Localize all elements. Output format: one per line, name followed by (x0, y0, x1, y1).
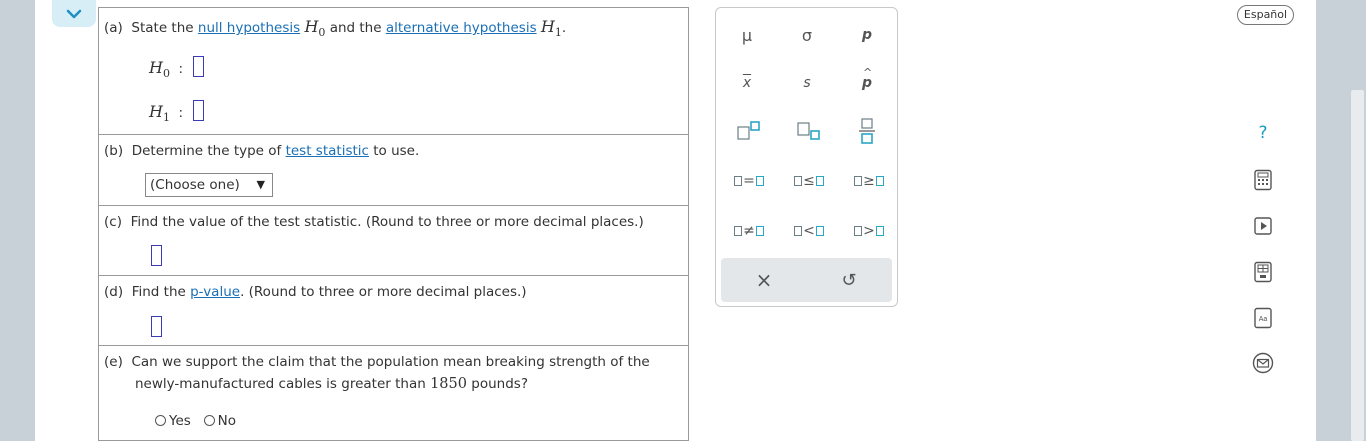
fraction-button[interactable] (852, 114, 882, 148)
scrollbar-thumb[interactable] (1351, 90, 1364, 441)
subscript-icon (797, 122, 820, 140)
xbar-button[interactable]: x (732, 68, 762, 98)
calculator-icon (1254, 169, 1272, 191)
dropdown-arrow-icon: ▼ (256, 178, 265, 191)
h0-row: H0 : (149, 58, 183, 80)
part-e-text1: Can we support the claim that the popula… (131, 354, 650, 370)
part-b-prefix: (b) (104, 143, 124, 159)
textbook-icon: Aa (1254, 307, 1272, 329)
close-icon: × (755, 268, 773, 292)
p-button[interactable]: p (852, 20, 882, 50)
help-icon: ? (1258, 123, 1268, 143)
part-b-text1: Determine the type of (131, 143, 282, 159)
select-value: (Choose one) (150, 177, 240, 193)
svg-text:Aa: Aa (1259, 316, 1268, 323)
message-button[interactable] (1248, 348, 1278, 378)
part-b-text2: to use. (373, 143, 420, 159)
fraction-icon (859, 118, 875, 144)
part-a-text1: State the (131, 20, 194, 36)
part-e-box: (e) Can we support the claim that the po… (98, 345, 689, 441)
play-video-icon (1254, 217, 1272, 235)
part-e-text2: newly-manufactured cables is greater tha… (135, 376, 426, 392)
h1-input[interactable] (193, 100, 204, 121)
yes-label: Yes (169, 413, 191, 429)
part-c-prefix: (c) (104, 214, 122, 230)
superscript-button[interactable] (732, 116, 766, 146)
undo-icon: ↺ (841, 269, 857, 291)
h1-row: H1 : (149, 102, 183, 124)
ebook-button[interactable]: Aa (1248, 303, 1278, 333)
palette-actions: × ↺ (721, 258, 892, 302)
part-e-line1: (e) Can we support the claim that the po… (104, 354, 650, 370)
part-d-text2: . (Round to three or more decimal places… (240, 284, 527, 300)
test-statistic-link[interactable]: test statistic (286, 143, 369, 159)
part-c-prompt: (c) Find the value of the test statistic… (104, 214, 644, 230)
yes-radio[interactable] (155, 415, 166, 426)
part-d-prompt: (d) Find the p-value. (Round to three or… (104, 284, 527, 300)
chevron-down-icon (66, 9, 82, 18)
h0-colon: : (178, 61, 184, 77)
greater-equal-button[interactable]: ≥ (848, 168, 890, 194)
h1-label: H1 (149, 102, 170, 125)
left-gutter (0, 0, 35, 441)
h1-colon: : (178, 105, 184, 121)
symbol-palette: μ σ p x s ^ p = ≤ ≥ ≠ < > × ↺ (715, 7, 898, 307)
phat-button[interactable]: ^ p (852, 66, 882, 98)
part-a-end: . (561, 20, 567, 36)
part-b-prompt: (b) Determine the type of test statistic… (104, 143, 419, 159)
part-e-prefix: (e) (104, 354, 123, 370)
data-table-icon (1254, 261, 1272, 283)
h0-label: H0 (149, 58, 170, 81)
not-equal-button[interactable]: ≠ (728, 218, 770, 244)
part-d-prefix: (d) (104, 284, 124, 300)
part-a-prefix: (a) (104, 20, 123, 36)
h0-input[interactable] (193, 56, 204, 77)
part-d-box: (d) Find the p-value. (Round to three or… (98, 275, 689, 346)
less-equal-button[interactable]: ≤ (788, 168, 830, 194)
undo-button[interactable]: ↺ (834, 266, 864, 294)
part-c-box: (c) Find the value of the test statistic… (98, 205, 689, 276)
yes-no-options: Yes No (155, 413, 236, 429)
p-value-link[interactable]: p-value (190, 284, 240, 300)
null-hypothesis-link[interactable]: null hypothesis (198, 20, 300, 36)
mail-icon (1252, 352, 1274, 374)
part-e-text3: pounds? (471, 376, 528, 392)
alternative-hypothesis-link[interactable]: alternative hypothesis (386, 20, 537, 36)
part-e-line2: newly-manufactured cables is greater tha… (135, 376, 528, 392)
test-statistic-select[interactable]: (Choose one) ▼ (145, 173, 273, 197)
mu-button[interactable]: μ (732, 20, 762, 50)
part-a-and: and the (329, 20, 382, 36)
clear-button[interactable]: × (749, 266, 779, 294)
part-a-prompt: (a) State the null hypothesis H0 and the… (104, 17, 566, 39)
part-d-text1: Find the (131, 284, 186, 300)
part-c-text: Find the value of the test statistic. (R… (130, 214, 644, 230)
no-option[interactable]: No (203, 413, 237, 429)
greater-than-button[interactable]: > (848, 218, 890, 244)
sigma-button[interactable]: σ (792, 20, 822, 50)
data-table-button[interactable] (1248, 257, 1278, 287)
less-than-button[interactable]: < (788, 218, 830, 244)
yes-option[interactable]: Yes (155, 413, 191, 429)
s-button[interactable]: s (792, 68, 822, 98)
language-button[interactable]: Español (1237, 5, 1294, 25)
part-a-box: (a) State the null hypothesis H0 and the… (98, 7, 689, 135)
superscript-icon (737, 121, 760, 140)
test-statistic-input[interactable] (151, 245, 162, 266)
calculator-button[interactable] (1248, 165, 1278, 195)
video-button[interactable] (1248, 211, 1278, 241)
collapse-button[interactable] (52, 0, 96, 27)
h0-symbol: H0 (304, 17, 326, 40)
equals-button[interactable]: = (728, 168, 770, 194)
no-radio[interactable] (203, 415, 215, 426)
help-button[interactable]: ? (1248, 118, 1278, 148)
subscript-button[interactable] (792, 116, 826, 146)
p-value-input[interactable] (151, 316, 162, 337)
claim-value: 1850 (430, 376, 467, 392)
no-label: No (217, 413, 237, 429)
h1-symbol: H1 (540, 17, 562, 40)
